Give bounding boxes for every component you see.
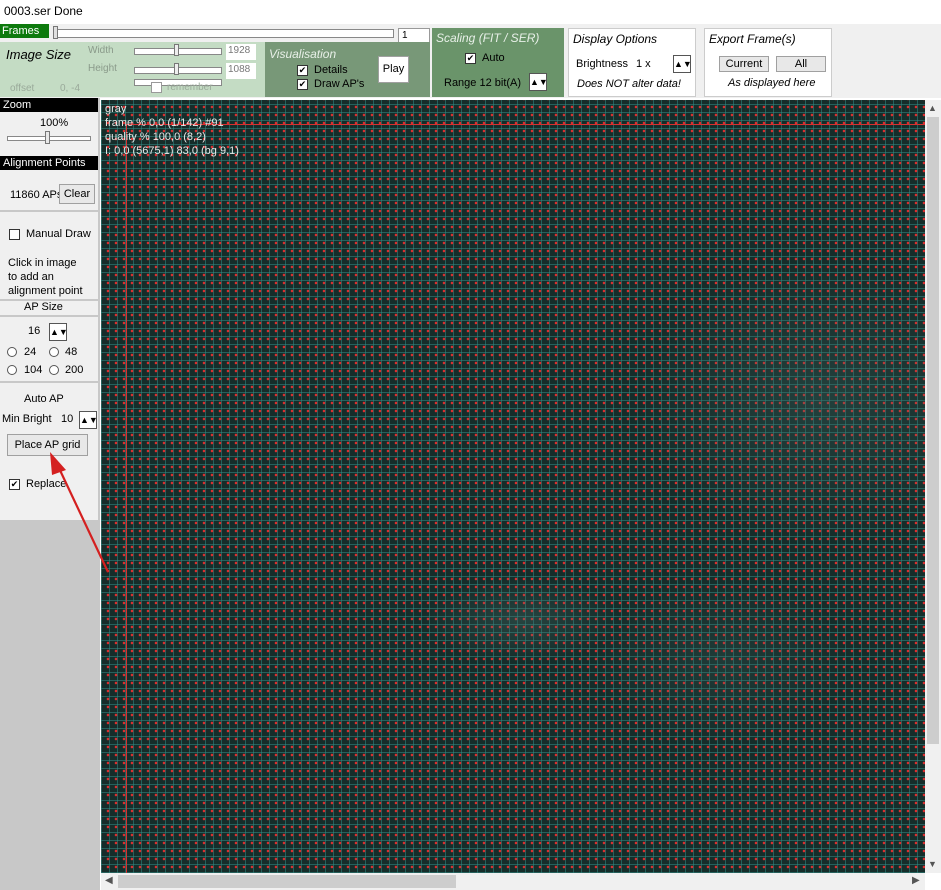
scroll-up-icon[interactable]: ▲ (928, 103, 937, 113)
vertical-scroll-thumb[interactable] (927, 117, 939, 744)
horizontal-scrollbar[interactable]: ◀ ▶ (101, 873, 925, 890)
annotation-arrow-icon (50, 452, 109, 573)
scroll-down-icon[interactable]: ▼ (928, 859, 937, 869)
horizontal-scroll-thumb[interactable] (118, 875, 456, 888)
scroll-left-icon[interactable]: ◀ (105, 875, 113, 886)
scroll-right-icon[interactable]: ▶ (912, 875, 920, 886)
vertical-scrollbar[interactable]: ▲ ▼ (925, 100, 941, 873)
